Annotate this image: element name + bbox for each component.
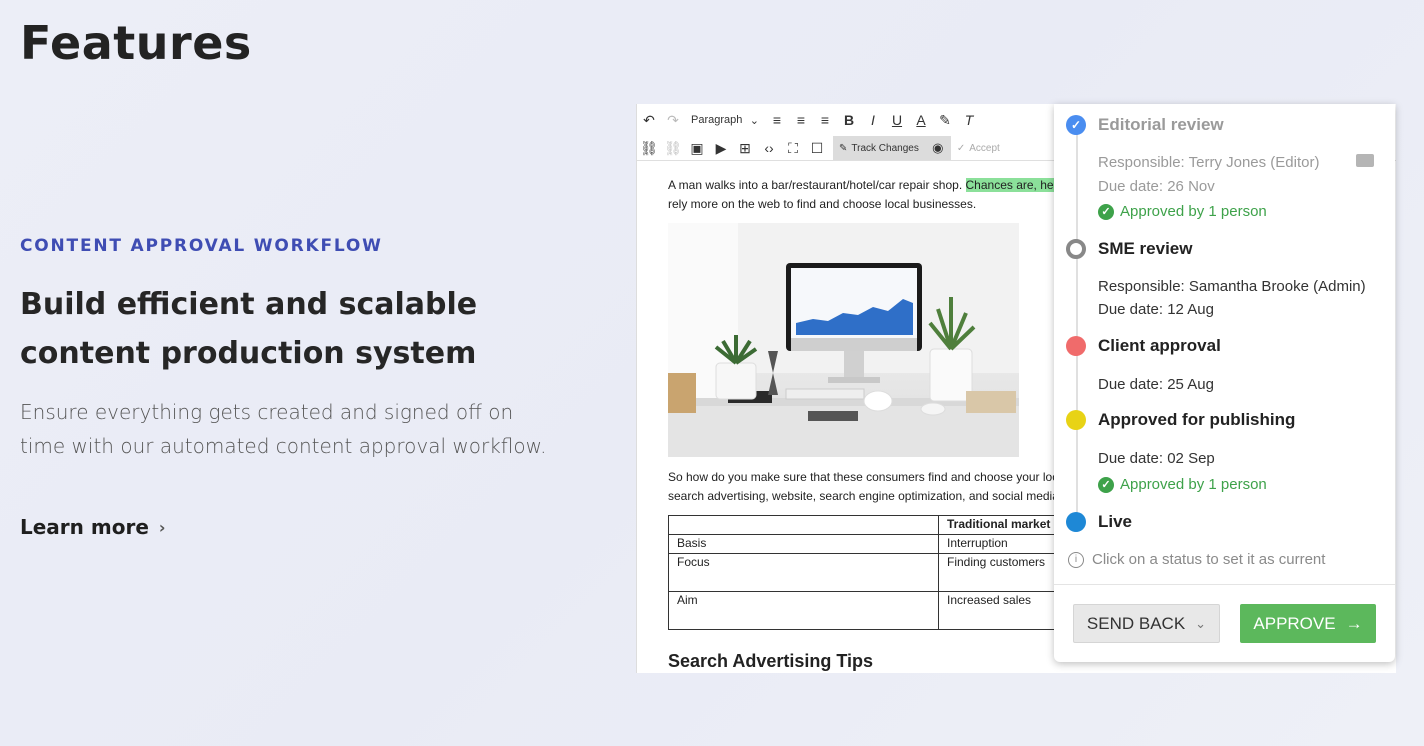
align-left-icon[interactable]: ≡: [765, 108, 789, 132]
page-title: Features: [20, 16, 252, 70]
status-hint: i Click on a status to set it as current: [1068, 551, 1325, 568]
image-icon[interactable]: ▣: [685, 136, 709, 160]
learn-more-link[interactable]: Learn more ›: [20, 515, 165, 539]
status-dot-icon: [1066, 336, 1086, 356]
mail-icon[interactable]: [1356, 154, 1374, 167]
table-cell: Aim: [668, 591, 939, 630]
intro-text-line-2: rely more on the web to find and choose …: [668, 197, 977, 211]
status-due-date: Due date: 26 Nov: [1098, 178, 1215, 195]
section-description: Ensure everything gets created and signe…: [20, 400, 547, 458]
chevron-down-icon: ⌄: [749, 114, 759, 127]
current-status-ring-icon: [1066, 239, 1086, 259]
learn-more-label: Learn more: [20, 515, 149, 539]
status-name: Approved for publishing: [1098, 410, 1296, 429]
redo-icon[interactable]: ↷: [661, 108, 685, 132]
approval-indicator: ✓ Approved by 1 person: [1098, 203, 1267, 220]
table-cell: Focus: [668, 553, 939, 592]
align-center-icon[interactable]: ≡: [789, 108, 813, 132]
status-dot-icon: [1066, 512, 1086, 532]
status-due-date: Due date: 25 Aug: [1098, 376, 1214, 393]
panel-divider: [1054, 584, 1395, 585]
info-icon: i: [1068, 551, 1084, 568]
status-name: SME review: [1098, 239, 1193, 258]
status-responsible: Responsible: Terry Jones (Editor): [1098, 154, 1320, 171]
status-responsible: Responsible: Samantha Brooke (Admin): [1098, 278, 1366, 295]
status-client-approval[interactable]: Client approval: [1066, 336, 1221, 356]
section-eyebrow: CONTENT APPROVAL WORKFLOW: [20, 236, 383, 256]
accept-label: Accept: [969, 142, 1000, 154]
track-changes-button[interactable]: ✎ Track Changes: [833, 136, 925, 160]
body-line-2: search advertising, website, search engi…: [668, 489, 1059, 503]
media-icon[interactable]: ▶: [709, 136, 733, 160]
body-paragraph: So how do you make sure that these consu…: [668, 468, 1068, 506]
clear-format-icon[interactable]: T: [957, 108, 981, 132]
status-name: Live: [1098, 512, 1133, 531]
fullscreen-icon[interactable]: ⛶: [781, 136, 805, 160]
status-dot-icon: [1066, 410, 1086, 430]
body-line-1: So how do you make sure that these consu…: [668, 470, 1059, 484]
completed-check-icon: ✓: [1066, 115, 1086, 135]
status-name: Editorial review: [1098, 115, 1224, 134]
status-approved-for-publishing[interactable]: Approved for publishing: [1066, 410, 1295, 430]
section-headline: Build efficient and scalable content pro…: [20, 287, 478, 371]
approve-button[interactable]: APPROVE →: [1240, 604, 1376, 643]
paragraph-format-select[interactable]: Paragraph ⌄: [685, 108, 765, 132]
status-sme-review[interactable]: SME review: [1066, 239, 1193, 259]
tracked-change-highlight: Chances are, he: [965, 178, 1054, 192]
desk-photo: [668, 223, 1019, 457]
hint-text: Click on a status to set it as current: [1092, 551, 1326, 568]
table-header-cell: [668, 515, 939, 535]
approval-text: Approved by 1 person: [1120, 476, 1267, 493]
table-cell: Basis: [668, 534, 939, 554]
approval-indicator: ✓ Approved by 1 person: [1098, 476, 1267, 493]
intro-paragraph: A man walks into a bar/restaurant/hotel/…: [668, 176, 1068, 214]
italic-icon[interactable]: I: [861, 108, 885, 132]
send-back-label: SEND BACK: [1086, 613, 1186, 633]
check-circle-icon: ✓: [1098, 476, 1114, 493]
chevron-down-icon: ⌄: [1195, 615, 1207, 631]
editor-toolbar-row-1: ↶ ↷ Paragraph ⌄ ≡ ≡ ≡ B I U A ✎ T: [637, 106, 981, 134]
comment-icon[interactable]: ☐: [805, 136, 829, 160]
track-changes-label: Track Changes: [851, 142, 919, 154]
highlight-icon[interactable]: ✎: [933, 108, 957, 132]
table-row: Focus Finding customers: [668, 553, 1099, 592]
code-icon[interactable]: ‹›: [757, 136, 781, 160]
eye-icon[interactable]: ◉: [924, 136, 951, 160]
underline-icon[interactable]: U: [885, 108, 909, 132]
send-back-button[interactable]: SEND BACK ⌄: [1073, 604, 1220, 643]
chevron-right-icon: ›: [158, 517, 166, 537]
paragraph-format-label: Paragraph: [691, 114, 743, 126]
link-icon[interactable]: ⛓: [637, 136, 661, 160]
document-heading: Search Advertising Tips: [668, 651, 874, 671]
undo-icon[interactable]: ↶: [637, 108, 661, 132]
table-row: Aim Increased sales: [668, 591, 1099, 630]
font-color-icon[interactable]: A: [909, 108, 933, 132]
approval-workflow-panel: ✓ Editorial review Responsible: Terry Jo…: [1054, 104, 1395, 662]
approve-label: APPROVE: [1253, 613, 1336, 633]
table-icon[interactable]: ⊞: [733, 136, 757, 160]
check-icon: ✓: [956, 142, 966, 154]
status-editorial-review[interactable]: ✓ Editorial review: [1066, 115, 1224, 135]
arrow-right-icon: →: [1345, 613, 1363, 633]
bold-icon[interactable]: B: [837, 108, 861, 132]
accept-button[interactable]: ✓ Accept: [951, 143, 1006, 154]
status-due-date: Due date: 12 Aug: [1098, 301, 1214, 318]
unlink-icon[interactable]: ⛓: [661, 136, 685, 160]
comparison-table: Traditional market Basis Interruption Fo…: [668, 515, 1099, 630]
editor-toolbar-row-2: ⛓ ⛓ ▣ ▶ ⊞ ‹› ⛶ ☐ ✎ Track Changes ◉ ✓ Accep…: [637, 134, 1006, 162]
timeline-line: [1076, 126, 1078, 526]
table-row: Basis Interruption: [668, 534, 1099, 554]
approval-text: Approved by 1 person: [1120, 203, 1267, 220]
status-live[interactable]: Live: [1066, 512, 1132, 532]
pencil-icon: ✎: [839, 142, 848, 154]
align-right-icon[interactable]: ≡: [813, 108, 837, 132]
table-row: Traditional market: [668, 515, 1099, 535]
intro-text: A man walks into a bar/restaurant/hotel/…: [668, 178, 966, 192]
check-circle-icon: ✓: [1098, 203, 1114, 220]
status-name: Client approval: [1098, 336, 1221, 355]
status-due-date: Due date: 02 Sep: [1098, 450, 1215, 467]
